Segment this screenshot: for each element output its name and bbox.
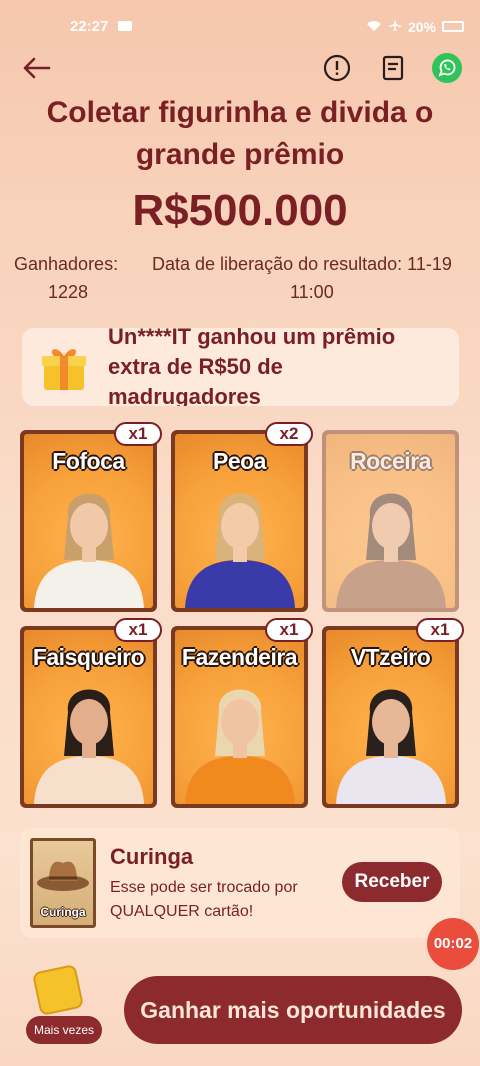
wifi-icon [366,19,382,35]
wildcard-panel: Curinga Curinga Esse pode ser trocado po… [20,828,460,938]
wildcard-title: Curinga [110,844,194,869]
sticker-name: VTzeiro [350,644,431,670]
document-icon [382,55,404,81]
receive-button[interactable]: Receber [342,862,442,902]
battery-icon [442,21,464,32]
battery-level: 20% [407,18,436,35]
sticker-count-badge: x1 [114,618,162,642]
sticker-count-badge: x1 [114,422,162,446]
info-button[interactable] [322,53,352,83]
sticker-card-face: Fofoca [24,434,153,608]
cowboy-hat-icon [37,861,89,891]
release-time: 11:00 [290,282,334,302]
sticker-card[interactable]: Fofoca [20,430,157,612]
sticker-card-face: Peoa [175,434,304,608]
sticker-name: Fazendeira [181,644,298,670]
sticker-card[interactable]: Roceira [322,430,459,612]
sticker-card-face: VTzeiro [326,630,455,804]
sticker-name: Fofoca [52,448,125,474]
page-title-line2: grande prêmio [135,138,345,171]
release-date-label: Data de liberação do resultado: 11-19 [152,254,452,274]
sticker-card[interactable]: Fazendeira [171,626,308,808]
page-title: Coletar figurinha e divida o grande prêm… [0,92,480,176]
exclamation-circle-icon [323,54,351,82]
person-portrait-icon [336,493,446,608]
person-portrait-icon [34,689,144,804]
sticker-name: Roceira [350,448,431,474]
notice-line1: Un****IT ganhou um prêmio [108,328,396,349]
sticker-name: Faisqueiro [32,644,145,670]
status-time: 22:27 [70,18,109,35]
notice-text: Un****IT ganhou um prêmio extra de R$50 … [108,328,448,406]
wildcard-card-label: Curinga [40,905,86,919]
get-more-chances-button[interactable]: Ganhar mais oportunidades [124,976,462,1044]
ticket-book-icon [31,963,85,1017]
winners-label: Ganhadores: [14,254,119,274]
prize-amount: R$500.000 [132,186,348,235]
sticker-card-face: Roceira [326,434,455,608]
person-portrait-icon [34,493,144,608]
sticker-count-badge: x2 [265,422,313,446]
sticker-name: Peoa [213,448,266,474]
sticker-count-badge: x1 [416,618,464,642]
wildcard-image: Curinga [30,838,96,928]
winner-notice-banner: Un****IT ganhou um prêmio extra de R$50 … [22,328,459,406]
screen-record-icon [118,21,132,31]
countdown-timer[interactable]: 00:02 [427,918,479,970]
status-bar: 22:27 20% [0,0,480,52]
sticker-card-face: Fazendeira [175,630,304,804]
status-indicators: 20% [366,18,464,35]
whatsapp-share-button[interactable] [432,53,462,83]
winners-count: 1228 [48,282,89,302]
back-button[interactable] [18,50,54,86]
sticker-card-face: Faisqueiro [24,630,153,804]
person-portrait-icon [336,689,446,804]
whatsapp-icon [432,53,462,83]
wildcard-description: Esse pode ser trocado por QUALQUER cartã… [110,879,298,920]
notice-line2: extra de R$50 de [108,354,283,379]
airplane-icon [388,18,402,35]
sticker-card[interactable]: VTzeiro [322,626,459,808]
sticker-count-badge: x1 [265,618,313,642]
more-times-label: Mais vezes [26,1016,102,1044]
person-portrait-icon [185,689,295,804]
sticker-card[interactable]: Peoa [171,430,308,612]
more-times-button[interactable]: Mais vezes [24,963,104,1046]
notice-line3: madrugadores [108,384,261,406]
rules-button[interactable] [378,53,408,83]
gift-icon [42,349,86,390]
person-portrait-icon [185,493,295,608]
page-title-line1: Coletar figurinha e divida o [46,96,434,129]
sticker-card[interactable]: Faisqueiro [20,626,157,808]
arrow-left-icon [23,57,51,79]
